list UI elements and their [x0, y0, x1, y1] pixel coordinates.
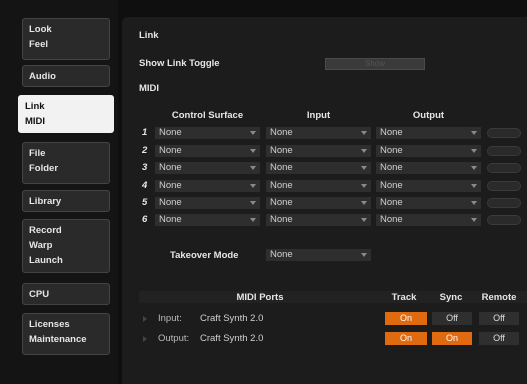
expand-arrow-icon[interactable]	[143, 336, 147, 342]
output-select[interactable]: None	[376, 145, 481, 157]
control-surface-select[interactable]: None	[155, 197, 260, 209]
expand-arrow-icon[interactable]	[143, 316, 147, 322]
control-surface-select[interactable]: None	[155, 145, 260, 157]
port-direction: Input:	[158, 313, 182, 324]
dump-button[interactable]	[487, 215, 521, 225]
track-header: Track	[391, 292, 417, 303]
output-header: Output	[412, 110, 445, 121]
track-toggle[interactable]: On	[385, 332, 427, 345]
tab-label: Folder	[29, 163, 59, 174]
tab-label: MIDI	[25, 116, 46, 127]
remote-toggle[interactable]: Off	[479, 332, 519, 345]
row-number: 5	[142, 197, 148, 208]
tab-label: Licenses	[29, 319, 70, 330]
port-direction: Output:	[158, 333, 190, 344]
output-select[interactable]: None	[376, 197, 481, 209]
dump-button[interactable]	[487, 163, 521, 173]
port-name: Craft Synth 2.0	[200, 313, 264, 324]
control-surface-select[interactable]: None	[155, 214, 260, 226]
tab-label: Look	[29, 24, 52, 35]
remote-toggle[interactable]: Off	[479, 312, 519, 325]
dump-button[interactable]	[487, 198, 521, 208]
tab-label: CPU	[29, 289, 50, 300]
input-select[interactable]: None	[266, 214, 371, 226]
input-select[interactable]: None	[266, 145, 371, 157]
output-select[interactable]: None	[376, 162, 481, 174]
tab-label: File	[29, 148, 46, 159]
tab-look-feel[interactable]: Look Feel	[22, 18, 110, 60]
row-number: 1	[142, 127, 148, 138]
tab-record-warp-launch[interactable]: Record Warp Launch	[22, 219, 110, 273]
dump-button[interactable]	[487, 181, 521, 191]
tab-label: Launch	[29, 255, 63, 266]
tab-label: Warp	[29, 240, 53, 251]
row-number: 6	[142, 214, 148, 225]
row-number: 3	[142, 162, 148, 173]
input-select[interactable]: None	[266, 180, 371, 192]
remote-header: Remote	[481, 292, 517, 303]
control-surface-select[interactable]: None	[155, 162, 260, 174]
control-surface-select[interactable]: None	[155, 127, 260, 139]
input-select[interactable]: None	[266, 127, 371, 139]
link-section-heading: Link	[139, 30, 159, 41]
midi-ports-heading: MIDI Ports	[236, 292, 284, 303]
tab-label: Feel	[29, 39, 49, 50]
output-select[interactable]: None	[376, 127, 481, 139]
tab-link-midi[interactable]: Link MIDI	[18, 95, 114, 133]
row-number: 4	[142, 180, 148, 191]
takeover-mode-select[interactable]: None	[266, 249, 371, 261]
tab-licenses-maintenance[interactable]: Licenses Maintenance	[22, 313, 110, 355]
tab-audio[interactable]: Audio	[22, 65, 110, 87]
tab-file-folder[interactable]: File Folder	[22, 142, 110, 184]
input-select[interactable]: None	[266, 162, 371, 174]
input-header: Input	[306, 110, 331, 121]
control-surface-select[interactable]: None	[155, 180, 260, 192]
input-select[interactable]: None	[266, 197, 371, 209]
sync-toggle[interactable]: Off	[432, 312, 472, 325]
preferences-sidebar: Look Feel Audio Link MIDI File Folder Li…	[0, 0, 118, 384]
tab-cpu[interactable]: CPU	[22, 283, 110, 305]
tab-label: Maintenance	[29, 334, 87, 345]
sync-toggle[interactable]: On	[432, 332, 472, 345]
row-number: 2	[142, 145, 148, 156]
show-link-toggle-label: Show Link Toggle	[139, 58, 220, 69]
output-select[interactable]: None	[376, 214, 481, 226]
track-toggle[interactable]: On	[385, 312, 427, 325]
dump-button[interactable]	[487, 146, 521, 156]
dump-button[interactable]	[487, 128, 521, 138]
control-surface-header: Control Surface	[171, 110, 244, 121]
tab-label: Record	[29, 225, 62, 236]
tab-label: Link	[25, 101, 45, 112]
tab-library[interactable]: Library	[22, 190, 110, 212]
midi-section-heading: MIDI	[139, 83, 160, 94]
output-select[interactable]: None	[376, 180, 481, 192]
takeover-mode-label: Takeover Mode	[170, 250, 239, 261]
port-name: Craft Synth 2.0	[200, 333, 264, 344]
tab-label: Audio	[29, 71, 56, 82]
show-link-toggle[interactable]: Show	[325, 58, 425, 70]
tab-label: Library	[29, 196, 62, 207]
sync-header: Sync	[439, 292, 463, 303]
